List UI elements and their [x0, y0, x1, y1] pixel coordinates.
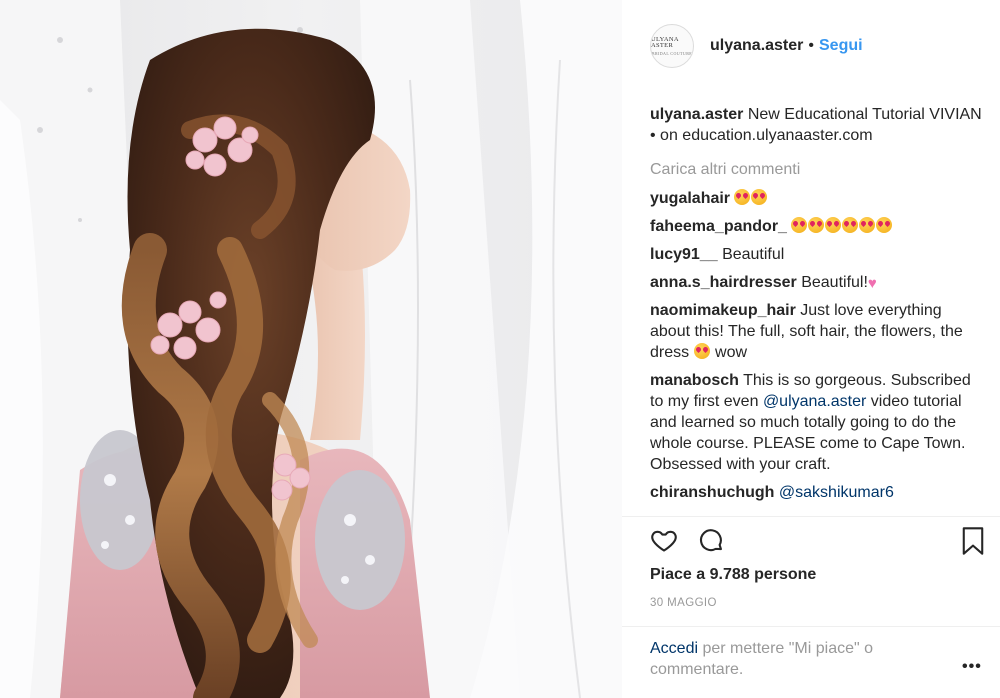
comment-text: Beautiful [722, 246, 785, 263]
list-item: manabosch This is so gorgeous. Subscribe… [650, 370, 984, 475]
login-prompt: Accedi per mettere "Mi piace" o commenta… [650, 638, 950, 680]
heart-eyes-emoji-icon [842, 217, 859, 233]
avatar-logo-text: ULYANA ASTER [651, 35, 679, 49]
caption-username[interactable]: ulyana.aster [650, 106, 743, 123]
follow-button[interactable]: Segui [819, 37, 863, 55]
heart-eyes-emoji-icon [825, 217, 842, 233]
heart-eyes-emoji-icon [808, 217, 825, 233]
list-item: lucy91__ Beautiful [650, 244, 984, 265]
more-options-icon[interactable]: ••• [962, 658, 982, 676]
pink-heart-emoji-icon: ♥ [867, 275, 877, 292]
login-link[interactable]: Accedi [650, 640, 698, 657]
heart-eyes-emoji-icon [859, 217, 876, 233]
comment-username[interactable]: faheema_pandor_ [650, 218, 787, 235]
heart-eyes-emoji-icon [791, 217, 808, 233]
comment-mention[interactable]: @sakshikumar6 [779, 484, 894, 501]
list-item: anna.s_hairdresser Beautiful!♥ [650, 272, 984, 293]
list-item: yugalahair [650, 188, 984, 209]
heart-eyes-emoji-icon [751, 189, 768, 205]
comment-text-end: wow [715, 344, 748, 361]
heart-eyes-emoji-icon [876, 217, 893, 233]
comment-username[interactable]: lucy91__ [650, 246, 718, 263]
comment-username[interactable]: anna.s_hairdresser [650, 274, 797, 291]
heart-eyes-emoji-icon [734, 189, 751, 205]
likes-count[interactable]: Piace a 9.788 persone [650, 566, 816, 584]
load-more-comments-button[interactable]: Carica altri commenti [650, 159, 984, 180]
comment-username[interactable]: yugalahair [650, 190, 730, 207]
avatar[interactable]: ULYANA ASTER BRIDAL COUTURE [650, 24, 694, 68]
post-header: ULYANA ASTER BRIDAL COUTURE ulyana.aster… [622, 0, 1000, 92]
comment-mention[interactable]: @ulyana.aster [763, 393, 866, 410]
heart-eyes-emoji-icon [693, 343, 710, 359]
caption: ulyana.aster New Educational Tutorial VI… [650, 104, 984, 146]
header-separator: • [808, 37, 814, 54]
post-author-username[interactable]: ulyana.aster [710, 37, 803, 55]
comment-bubble-icon[interactable] [697, 526, 725, 559]
comment-username[interactable]: chiranshuchugh [650, 484, 774, 501]
divider [622, 626, 1000, 627]
divider [622, 516, 1000, 517]
list-item: chiranshuchugh @sakshikumar6 [650, 482, 984, 503]
post-photo[interactable] [0, 0, 622, 698]
list-item: naomimakeup_hair Just love everything ab… [650, 300, 984, 363]
post-side-panel: ULYANA ASTER BRIDAL COUTURE ulyana.aster… [622, 0, 1000, 698]
list-item: faheema_pandor_ [650, 216, 984, 237]
bride-hairstyle-image [0, 0, 622, 698]
comments-list[interactable]: ulyana.aster New Educational Tutorial VI… [650, 104, 984, 516]
post-date: 30 MAGGIO [650, 597, 717, 609]
heart-icon[interactable] [650, 526, 678, 559]
bookmark-icon[interactable] [960, 526, 986, 561]
avatar-logo-subtext: BRIDAL COUTURE [651, 50, 693, 56]
comment-text: Beautiful! [801, 274, 868, 291]
post-actions-bar [650, 526, 990, 558]
comment-username[interactable]: manabosch [650, 372, 739, 389]
comment-username[interactable]: naomimakeup_hair [650, 302, 796, 319]
